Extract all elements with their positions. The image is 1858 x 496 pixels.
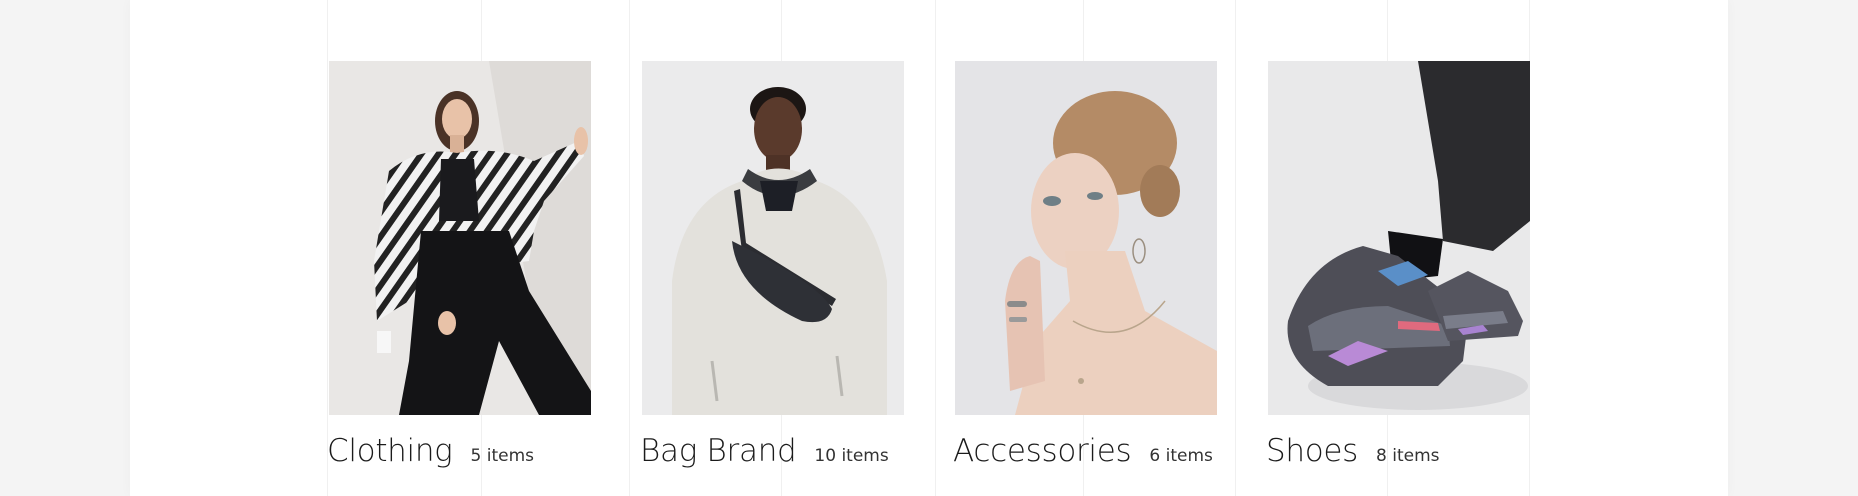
category-image-clothing[interactable] <box>329 61 591 415</box>
category-image-shoes[interactable] <box>1268 61 1530 415</box>
category-caption-accessories: Accessories 6 items <box>953 433 1213 469</box>
category-image-accessories[interactable] <box>955 61 1217 415</box>
category-caption-shoes: Shoes 8 items <box>1266 433 1440 469</box>
category-card-accessories[interactable]: Accessories 6 items <box>953 61 1217 469</box>
category-title[interactable]: Bag Brand <box>640 433 797 469</box>
category-title[interactable]: Shoes <box>1266 433 1358 469</box>
woman-in-zebra-print-jacket-photo <box>329 61 591 415</box>
category-title[interactable]: Accessories <box>953 433 1132 469</box>
category-title[interactable]: Clothing <box>327 433 453 469</box>
category-card-clothing[interactable]: Clothing 5 items <box>327 61 591 469</box>
category-item-count: 6 items <box>1149 446 1213 466</box>
grid-divider <box>935 0 936 496</box>
grid-divider <box>1235 0 1236 496</box>
category-item-count: 8 items <box>1376 446 1440 466</box>
woman-with-rings-and-necklace-photo <box>955 61 1217 415</box>
category-item-count: 5 items <box>470 446 534 466</box>
category-section: Clothing 5 items Bag Brand 10 items Acce… <box>130 0 1728 496</box>
category-caption-clothing: Clothing 5 items <box>327 433 534 469</box>
man-with-crossbody-bag-photo <box>642 61 904 415</box>
category-card-shoes[interactable]: Shoes 8 items <box>1266 61 1530 469</box>
grid-divider <box>327 0 328 496</box>
category-caption-bag-brand: Bag Brand 10 items <box>640 433 889 469</box>
category-item-count: 10 items <box>814 446 889 466</box>
category-image-bag-brand[interactable] <box>642 61 904 415</box>
chunky-sneakers-photo <box>1268 61 1530 415</box>
grid-divider <box>629 0 630 496</box>
category-card-bag-brand[interactable]: Bag Brand 10 items <box>640 61 904 469</box>
